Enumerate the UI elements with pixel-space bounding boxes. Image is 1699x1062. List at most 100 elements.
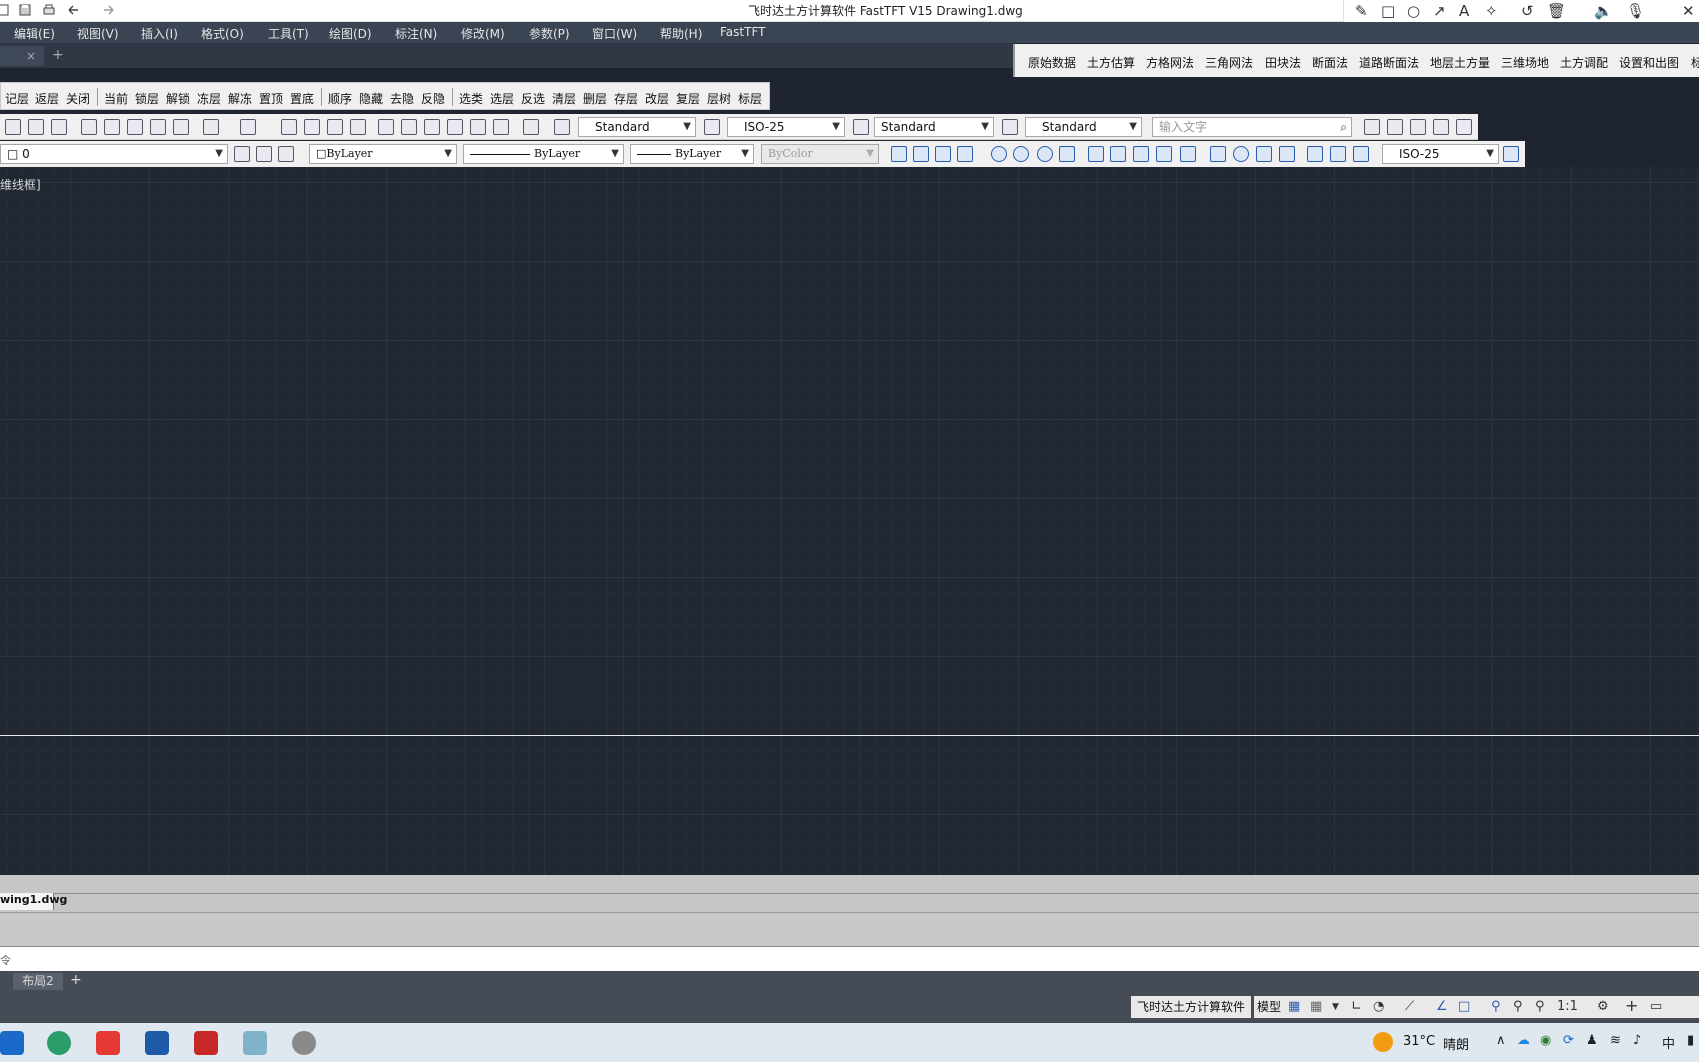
weather-condition[interactable]: 晴朗: [1443, 1034, 1469, 1053]
layer-btn-invert-hide[interactable]: 反隐: [421, 90, 445, 107]
paste-special-icon[interactable]: [150, 119, 166, 135]
rotate-icon[interactable]: ↺: [1521, 2, 1534, 20]
circle-icon[interactable]: ○: [1407, 2, 1420, 20]
redo-toolbar-icon[interactable]: [240, 119, 256, 135]
layer-btn-delete[interactable]: 删层: [583, 90, 607, 107]
ft-earthwork-allocation[interactable]: 土方调配: [1560, 54, 1608, 71]
layer-btn-return[interactable]: 返层: [35, 90, 59, 107]
object-snap-tracking-icon[interactable]: ∠: [1436, 999, 1448, 1014]
dim-jogged-icon[interactable]: [1013, 146, 1029, 162]
ft-grid-method[interactable]: 方格网法: [1146, 54, 1194, 71]
layer-btn-tree[interactable]: 层树: [707, 90, 731, 107]
trash-icon[interactable]: 🗑: [1547, 2, 1566, 20]
redo-icon[interactable]: [102, 3, 116, 17]
microphone-icon[interactable]: 🎙: [1626, 2, 1645, 20]
weather-temperature[interactable]: 31°C: [1403, 1034, 1435, 1049]
layer-btn-bottom[interactable]: 置底: [290, 90, 314, 107]
dim-linear-icon[interactable]: [891, 146, 907, 162]
menu-view[interactable]: 视图(V): [77, 25, 119, 42]
mleader-style-select[interactable]: Standard ▼: [1025, 117, 1142, 137]
copy-icon[interactable]: [104, 119, 120, 135]
chevron-down-icon[interactable]: ▼: [1332, 1002, 1339, 1012]
layer-btn-thaw[interactable]: 解冻: [228, 90, 252, 107]
layer-btn-unhide[interactable]: 去隐: [390, 90, 414, 107]
scale-value[interactable]: 1:1: [1557, 999, 1578, 1014]
annotation-visibility-icon[interactable]: ⚲: [1491, 999, 1501, 1014]
new-tab-button[interactable]: +: [52, 47, 64, 63]
volume-icon[interactable]: [1456, 119, 1472, 135]
zoom-previous-icon[interactable]: [350, 119, 366, 135]
dim-update-icon[interactable]: [1353, 146, 1369, 162]
cloud-icon[interactable]: ☁: [1517, 1033, 1530, 1048]
layer-btn-invert-select[interactable]: 反选: [521, 90, 545, 107]
publish-icon[interactable]: [51, 119, 67, 135]
file-tab-drawing1[interactable]: wing1.dwg: [0, 893, 67, 910]
wps-icon[interactable]: [96, 1031, 120, 1055]
layer-btn-hide[interactable]: 隐藏: [359, 90, 383, 107]
dim-text-edit-icon[interactable]: [1330, 146, 1346, 162]
plus-icon[interactable]: +: [1625, 996, 1638, 1015]
dim-baseline-icon[interactable]: [1110, 146, 1126, 162]
isodraft-icon[interactable]: ⟋: [1405, 999, 1414, 1014]
layer-select[interactable]: □ 0 ▼: [0, 144, 228, 164]
save-icon[interactable]: [18, 3, 32, 17]
text-style-icon[interactable]: [554, 119, 570, 135]
ortho-icon[interactable]: ∟: [1351, 999, 1362, 1014]
search-icon[interactable]: ⌕: [1340, 118, 1347, 136]
cad-icon[interactable]: [145, 1031, 169, 1055]
text-search-input[interactable]: 输入文字 ⌕: [1152, 117, 1352, 137]
properties-icon[interactable]: [378, 119, 394, 135]
layer-btn-record[interactable]: 记层: [5, 90, 29, 107]
menu-parameters[interactable]: 参数(P): [529, 25, 570, 42]
layer-btn-save[interactable]: 存层: [614, 90, 638, 107]
table-style-select[interactable]: Standard ▼: [874, 117, 994, 137]
ft-strata-volume[interactable]: 地层土方量: [1430, 54, 1490, 71]
wechat-icon[interactable]: ◉: [1540, 1033, 1551, 1048]
layer-btn-select-layer[interactable]: 选层: [490, 90, 514, 107]
dim-continue-icon[interactable]: [1133, 146, 1149, 162]
fullscreen-icon[interactable]: ▭: [1650, 999, 1662, 1014]
color-select[interactable]: □ByLayer ▼: [309, 144, 457, 164]
calculator-icon[interactable]: [493, 119, 509, 135]
dim-style-manager-icon[interactable]: [1503, 146, 1519, 162]
plot-preview-icon[interactable]: [5, 119, 21, 135]
snap-mode-icon[interactable]: ▦: [1310, 999, 1322, 1014]
plotstyle-select[interactable]: ByColor ▼: [761, 144, 879, 164]
menu-modify[interactable]: 修改(M): [461, 25, 505, 42]
print-icon[interactable]: [42, 3, 56, 17]
keyboard-icon[interactable]: ▮: [1687, 1033, 1694, 1048]
chevron-up-icon[interactable]: ∧: [1496, 1033, 1506, 1048]
layer-properties-icon[interactable]: [234, 146, 250, 162]
arrow-icon[interactable]: ↗: [1433, 2, 1446, 20]
ft-more[interactable]: 标: [1691, 54, 1699, 71]
dim-style-select-2[interactable]: ISO-25 ▼: [1382, 144, 1499, 164]
dim-ordinate-icon[interactable]: [957, 146, 973, 162]
layer-btn-unlock[interactable]: 解锁: [166, 90, 190, 107]
layer-btn-copy[interactable]: 复层: [676, 90, 700, 107]
layer-btn-clear[interactable]: 清层: [552, 90, 576, 107]
text-icon[interactable]: A: [1459, 2, 1469, 20]
layer-states-icon[interactable]: [278, 146, 294, 162]
radius-icon[interactable]: [1387, 119, 1403, 135]
menu-draw[interactable]: 绘图(D): [329, 25, 372, 42]
menu-insert[interactable]: 插入(I): [141, 25, 178, 42]
app-name-badge[interactable]: 飞时达土方计算软件: [1131, 996, 1252, 1018]
layer-btn-order[interactable]: 顺序: [328, 90, 352, 107]
cut-icon[interactable]: [81, 119, 97, 135]
layer-btn-top[interactable]: 置顶: [259, 90, 283, 107]
object-snap-icon[interactable]: □: [1458, 999, 1470, 1014]
distance-icon[interactable]: [1364, 119, 1380, 135]
ft-raw-data[interactable]: 原始数据: [1028, 54, 1076, 71]
ft-section-method[interactable]: 断面法: [1312, 54, 1348, 71]
pan-icon[interactable]: [281, 119, 297, 135]
drawing-app-icon[interactable]: [243, 1031, 267, 1055]
dim-style-icon[interactable]: [704, 119, 720, 135]
paste-icon[interactable]: [127, 119, 143, 135]
sheet-set-icon[interactable]: [447, 119, 463, 135]
command-line[interactable]: 令: [0, 946, 1699, 971]
layer-btn-lock[interactable]: 锁层: [135, 90, 159, 107]
layer-btn-current[interactable]: 当前: [104, 90, 128, 107]
dim-angular-icon[interactable]: [1059, 146, 1075, 162]
layer-btn-select-type[interactable]: 选类: [459, 90, 483, 107]
close-icon[interactable]: ✕: [1682, 2, 1695, 20]
